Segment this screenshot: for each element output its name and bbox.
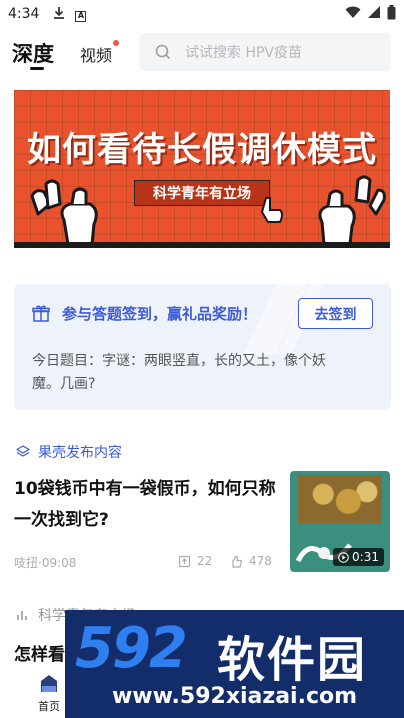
play-icon (338, 551, 349, 563)
share-icon (178, 555, 191, 567)
nav-home-label[interactable]: 首页 (38, 698, 60, 714)
article-title[interactable]: 10袋钱币中有一袋假币，如何只称一次找到它? (14, 474, 276, 536)
gift-icon (32, 305, 50, 322)
home-icon[interactable] (38, 672, 60, 694)
author-time: 吱扭·09:08 (14, 556, 77, 570)
tab-depth[interactable]: 深度 (12, 38, 54, 68)
banner-tag: 科学青年有立场 (134, 180, 270, 206)
search-icon (155, 44, 171, 60)
video-duration-badge: 0:31 (333, 548, 384, 566)
tab-video[interactable]: 视频 (80, 42, 112, 66)
top-header: 深度 视频 试试搜索 HPV疫苗 (0, 30, 404, 76)
search-placeholder: 试试搜索 HPV疫苗 (185, 45, 302, 61)
banner-title: 如何看待长假调休模式 (27, 130, 377, 170)
battery-icon (387, 4, 396, 24)
watermark-url: www.592xiazai.com (111, 684, 358, 709)
pointer-hand-icon (260, 197, 283, 223)
site-watermark: 592 软件园 www.592xiazai.com (65, 610, 404, 718)
signin-button[interactable]: 去签到 (298, 298, 373, 329)
active-tab-indicator (30, 67, 44, 70)
watermark-logo: 592 (75, 616, 188, 681)
share-action[interactable]: 22 (178, 554, 212, 568)
left-fist-icon (30, 179, 98, 242)
section-label-text: 果壳发布内容 (38, 445, 122, 461)
section-label[interactable]: 果壳发布内容 (16, 442, 122, 462)
wifi-icon (345, 5, 361, 23)
article-video-thumbnail[interactable]: 0:31 (290, 471, 390, 572)
signin-title: 参与答题签到，赢礼品奖励！ (62, 305, 258, 323)
bar-chart-icon (17, 611, 27, 620)
coins-image (298, 475, 382, 523)
promo-banner[interactable]: 如何看待长假调休模式 科学青年有立场 (14, 90, 390, 248)
search-input[interactable]: 试试搜索 HPV疫苗 (139, 33, 391, 71)
next-article-title[interactable]: 怎样看 (14, 640, 65, 665)
watermark-brand: 软件园 (217, 632, 368, 688)
new-dot-badge (113, 40, 119, 46)
layers-icon (16, 445, 30, 457)
share-count: 22 (197, 554, 213, 568)
status-time: 4:34 (8, 6, 40, 22)
like-hand-icon (232, 555, 243, 568)
like-action[interactable]: 478 (230, 554, 272, 568)
signal-icon (367, 5, 381, 23)
banner-background: 如何看待长假调休模式 科学青年有立场 (14, 90, 390, 242)
status-bar: 4:34 A (0, 0, 404, 28)
right-fist-icon (318, 175, 386, 242)
app-notification-icon: A (75, 7, 87, 22)
like-count: 478 (249, 554, 272, 568)
download-icon (53, 6, 65, 22)
daily-question[interactable]: 今日题目：字谜：两眼竖直，长的又土，像个妖魔。几画? (32, 350, 332, 396)
signin-card: 参与答题签到，赢礼品奖励！ 去签到 今日题目：字谜：两眼竖直，长的又土，像个妖魔… (14, 284, 391, 410)
video-duration: 0:31 (352, 550, 379, 564)
article-meta: 吱扭·09:08 22 478 (14, 554, 276, 570)
